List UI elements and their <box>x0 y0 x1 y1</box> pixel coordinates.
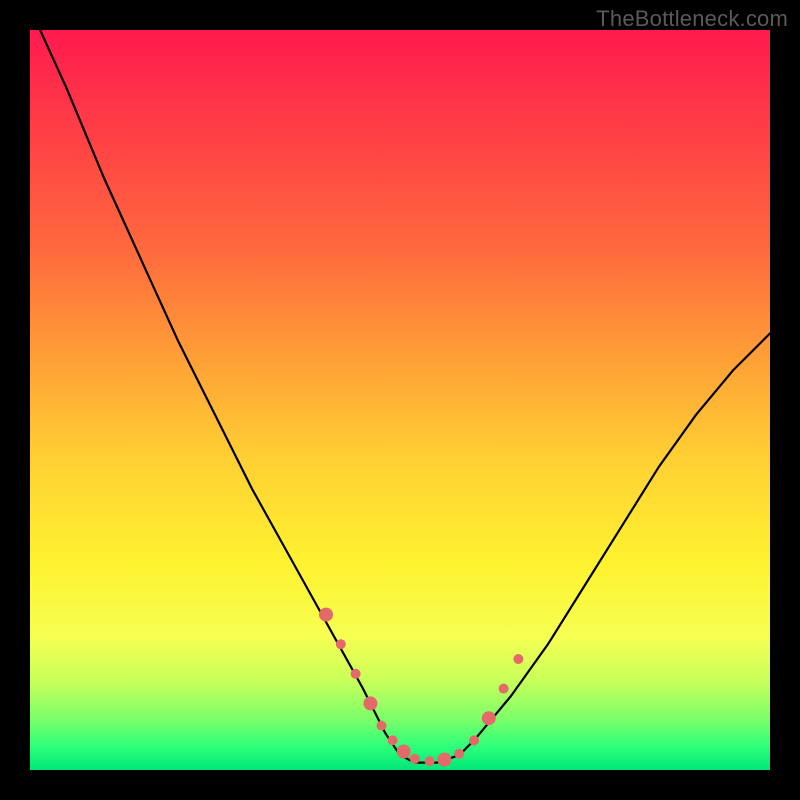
curve-marker <box>513 654 523 664</box>
curve-marker <box>425 756 435 766</box>
curve-line <box>30 8 770 763</box>
curve-marker <box>336 639 346 649</box>
plot-area <box>30 30 770 770</box>
curve-marker <box>410 754 420 764</box>
chart-stage: TheBottleneck.com <box>0 0 800 800</box>
curve-markers <box>319 608 523 767</box>
watermark-text: TheBottleneck.com <box>596 6 788 32</box>
curve-marker <box>454 749 464 759</box>
chart-svg <box>30 30 770 770</box>
curve-marker <box>377 721 387 731</box>
curve-marker <box>499 684 509 694</box>
curve-marker <box>319 608 333 622</box>
curve-marker <box>388 735 398 745</box>
curve-marker <box>397 745 411 759</box>
curve-marker <box>363 696 377 710</box>
curve-marker <box>351 669 361 679</box>
curve-marker <box>482 711 496 725</box>
curve-marker <box>469 735 479 745</box>
curve-marker <box>437 753 451 767</box>
